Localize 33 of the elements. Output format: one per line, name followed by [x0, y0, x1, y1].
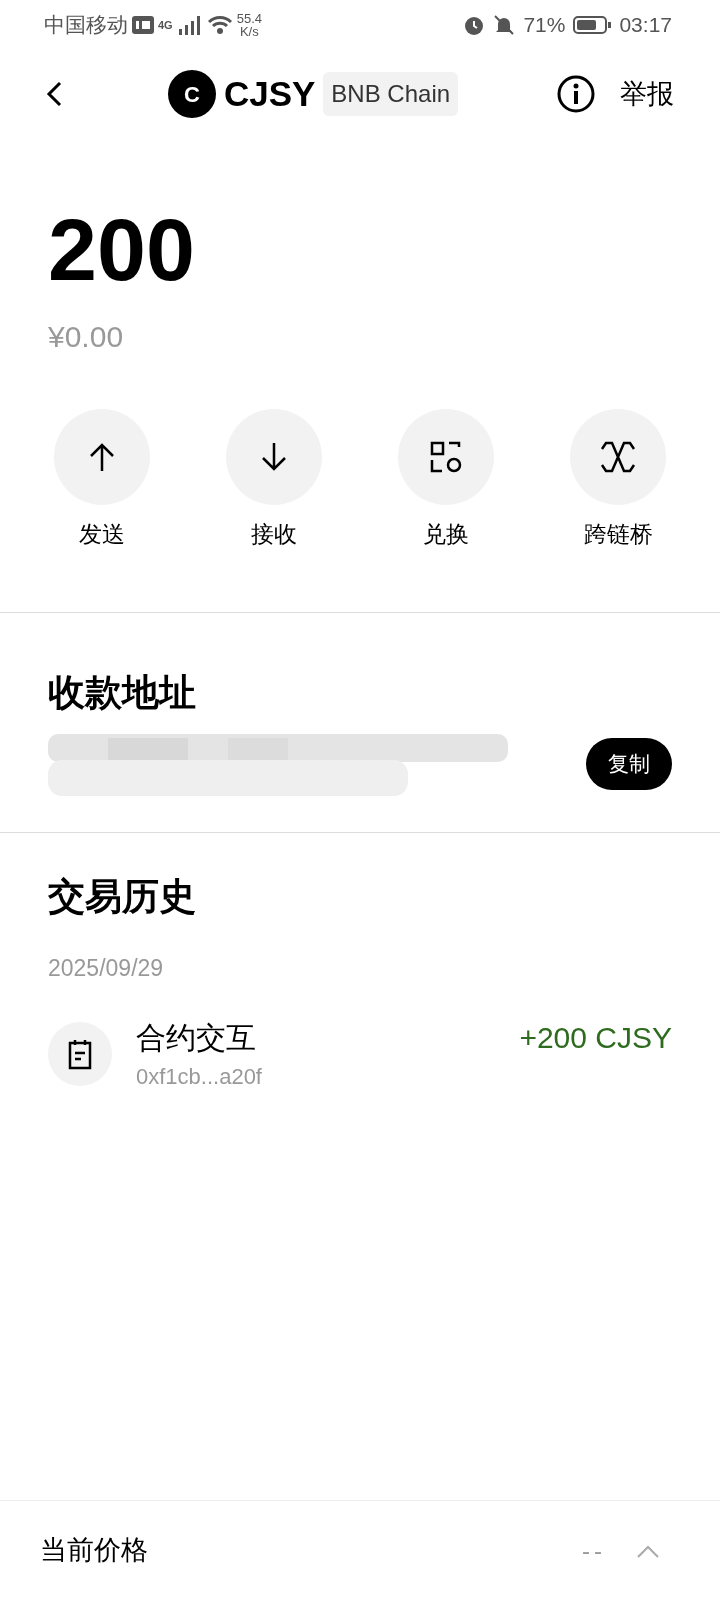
report-link[interactable]: 举报 — [620, 73, 674, 115]
info-icon[interactable] — [556, 74, 596, 114]
transaction-hash: 0xf1cb...a20f — [136, 1063, 262, 1091]
battery-icon — [573, 15, 612, 35]
section-title: 收款地址 — [47, 670, 197, 715]
section-title: 交易历史 — [47, 875, 197, 919]
action-label: 接收 — [251, 520, 297, 549]
action-label: 跨链桥 — [583, 520, 653, 549]
transaction-amount: +200 CJSY — [519, 1020, 672, 1056]
action-label: 发送 — [79, 520, 125, 549]
balance-amount: 200 — [47, 199, 196, 294]
chain-badge: BNB Chain — [323, 72, 459, 116]
signal-icon — [176, 15, 203, 35]
fiat-value: ¥0.00 — [47, 319, 125, 355]
wifi-icon — [206, 15, 233, 35]
action-label: 兑换 — [423, 520, 469, 549]
alarm-icon — [463, 14, 486, 36]
network-label: 4G — [158, 17, 173, 33]
price-label: 当前价格 — [40, 1534, 148, 1568]
token-logo: C — [167, 70, 216, 118]
speed-value: 55.4 — [236, 12, 262, 25]
clock-time: 03:17 — [619, 12, 672, 39]
token-name: CJSY — [223, 72, 316, 115]
speed-unit: K/s — [238, 25, 260, 38]
bell-muted-icon — [493, 14, 516, 36]
hd-icon — [132, 16, 154, 34]
battery-percent: 71% — [523, 12, 566, 39]
copy-button[interactable]: 复制 — [586, 738, 672, 790]
transaction-title: 合约交互 — [136, 1020, 257, 1056]
price-value: -- — [582, 1535, 606, 1566]
notepad-icon — [67, 1038, 93, 1070]
date-label: 2025/09/29 — [47, 953, 165, 983]
carrier-name: 中国移动 — [44, 12, 128, 39]
